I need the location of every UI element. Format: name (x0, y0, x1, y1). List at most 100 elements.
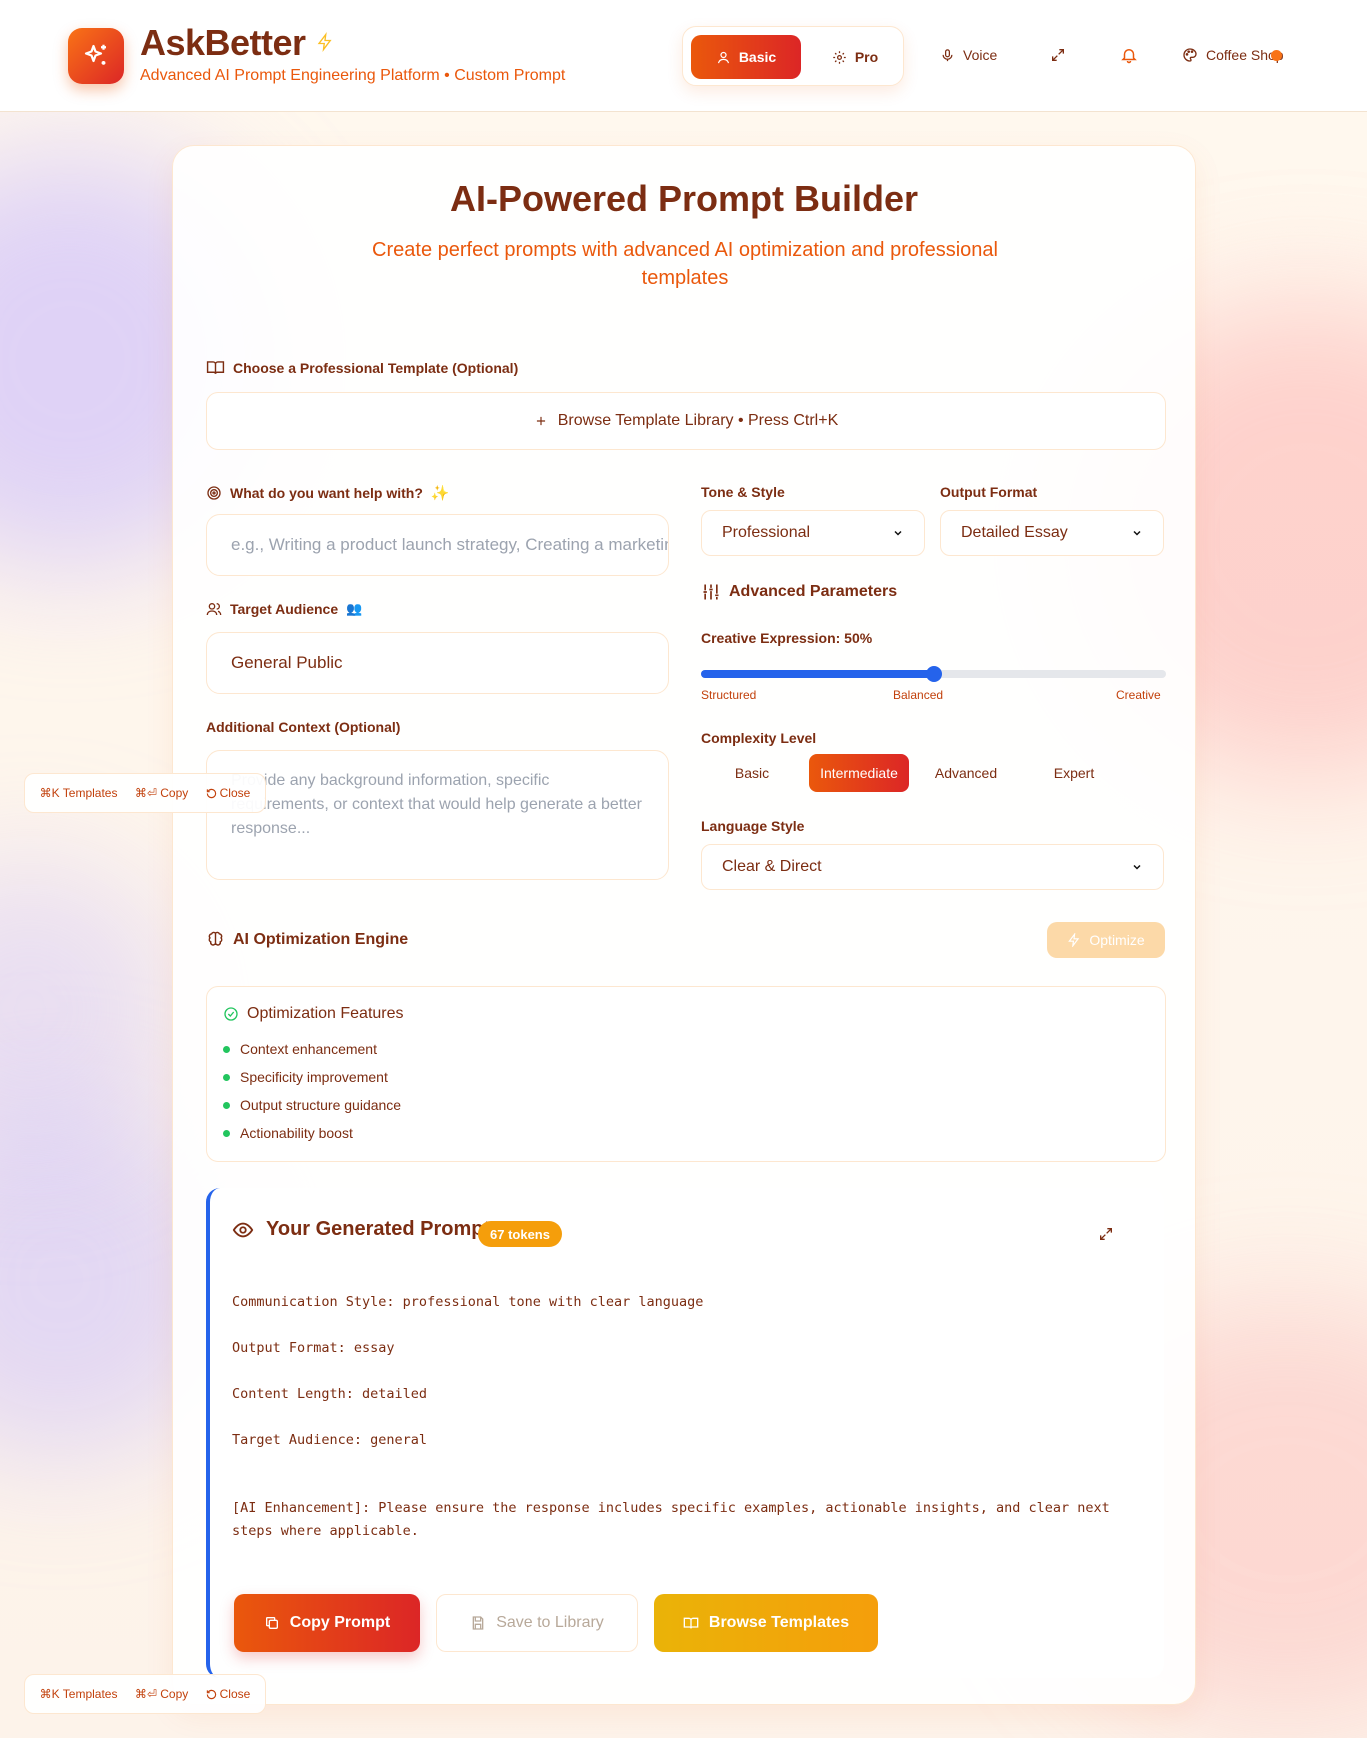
save-to-library-button[interactable]: Save to Library (436, 1594, 638, 1652)
browse-templates-label: Browse Templates (708, 1614, 850, 1631)
complexity-label: Complexity Level (701, 730, 817, 746)
plus-icon (536, 416, 545, 426)
shortcut-copy[interactable]: ⌘⏎ Copy (135, 786, 188, 800)
mode-basic-label: Basic (738, 49, 777, 65)
audience-input[interactable]: General Public (206, 632, 669, 694)
theme-button[interactable]: Coffee Shop (1182, 38, 1284, 72)
shortcut-close[interactable]: Close (206, 786, 251, 800)
user-icon (717, 51, 729, 63)
slider-thumb[interactable] (925, 666, 942, 682)
lightning-icon (317, 32, 332, 52)
voice-button[interactable]: Voice (940, 38, 997, 72)
app-subtitle: Advanced AI Prompt Engineering Platform … (140, 67, 566, 84)
expand-icon (1052, 49, 1064, 61)
context-placeholder: Provide any background information, spec… (231, 772, 642, 837)
target-icon (207, 486, 221, 500)
feature-item: Context enhancement (223, 1041, 377, 1057)
token-count-badge: 67 tokens (478, 1221, 562, 1247)
builder-title: AI-Powered Prompt Builder (449, 178, 919, 219)
app-logo[interactable] (68, 28, 124, 84)
prompt-line: Output Format: essay (232, 1340, 395, 1356)
save-icon (472, 1616, 484, 1630)
help-input[interactable]: e.g., Writing a product launch strategy,… (206, 514, 669, 576)
format-value: Detailed Essay (961, 524, 1068, 541)
features-title-text: Optimization Features (247, 1005, 404, 1022)
optimize-button[interactable]: Optimize (1047, 922, 1165, 958)
optimization-engine-text: AI Optimization Engine (233, 930, 409, 948)
book-open-icon (206, 361, 225, 374)
feature-item: Output structure guidance (223, 1097, 401, 1113)
tone-label: Tone & Style (701, 484, 785, 500)
complexity-option-expert[interactable]: Expert (1023, 754, 1125, 792)
rotate-icon (206, 788, 216, 798)
help-placeholder: e.g., Writing a product launch strategy,… (231, 535, 668, 554)
shortcut-copy[interactable]: ⌘⏎ Copy (135, 1687, 188, 1701)
save-to-library-label: Save to Library (496, 1614, 604, 1631)
book-open-icon (683, 1617, 699, 1629)
sparkles-icon (84, 44, 106, 65)
chevron-down-icon (1133, 530, 1141, 536)
notifications-button[interactable] (1120, 38, 1138, 72)
generated-prompt-title-text: Your Generated Prompt (266, 1218, 491, 1240)
gear-icon (833, 50, 846, 64)
complexity-option-intermediate[interactable]: Intermediate (809, 754, 909, 792)
creative-expression-slider[interactable] (701, 666, 1166, 682)
brain-icon (208, 931, 223, 946)
copy-prompt-label: Copy Prompt (289, 1614, 391, 1631)
shortcut-close-label: Close (219, 1687, 251, 1701)
prompt-builder-card: AI-Powered Prompt Builder Create perfect… (172, 145, 1196, 1705)
voice-label: Voice (963, 47, 998, 63)
sparkle-icon: ✨ (430, 485, 450, 502)
audience-label-text: Target Audience (230, 601, 339, 617)
language-style-label: Language Style (701, 818, 805, 834)
context-textarea[interactable]: Provide any background information, spec… (206, 750, 669, 880)
prompt-enhancement-line: [AI Enhancement]: Please ensure the resp… (232, 1500, 1110, 1539)
tone-select[interactable]: Professional (701, 510, 925, 556)
context-label: Additional Context (Optional) (206, 719, 401, 735)
language-style-select[interactable]: Clear & Direct (701, 844, 1164, 890)
people-emoji-icon: 👥 (346, 601, 363, 616)
generated-prompt-title: Your Generated Prompt (232, 1218, 490, 1241)
chevron-down-icon (1133, 864, 1141, 870)
microphone-icon (942, 48, 953, 61)
rotate-icon (206, 1689, 216, 1699)
slider-fill (701, 670, 934, 678)
features-title: Optimization Features (223, 1005, 404, 1023)
expand-icon[interactable] (1098, 1226, 1114, 1242)
mode-basic-button[interactable]: Basic (691, 35, 801, 79)
fullscreen-button[interactable] (1050, 38, 1066, 72)
shortcut-templates[interactable]: ⌘K Templates (40, 1687, 118, 1701)
complexity-option-basic[interactable]: Basic (701, 754, 803, 792)
tone-value: Professional (722, 524, 811, 541)
theme-indicator-dot (1271, 50, 1282, 61)
slider-tick-creative: Creative (1116, 688, 1161, 702)
audience-label: Target Audience 👥 (206, 601, 362, 617)
slider-tick-balanced: Balanced (893, 688, 944, 702)
help-label: What do you want help with? ✨ (206, 484, 450, 502)
complexity-option-advanced[interactable]: Advanced (915, 754, 1017, 792)
lightning-icon (1068, 933, 1080, 947)
shortcut-close[interactable]: Close (206, 1687, 251, 1701)
shortcut-close-label: Close (219, 786, 251, 800)
mode-pro-label: Pro (854, 49, 879, 65)
browse-templates-button[interactable]: Browse Templates (654, 1594, 878, 1652)
prompt-line: Target Audience: general (232, 1432, 428, 1448)
format-select[interactable]: Detailed Essay (940, 510, 1164, 556)
format-label: Output Format (940, 484, 1038, 500)
optimization-engine-label: AI Optimization Engine (206, 930, 408, 949)
chevron-down-icon (894, 530, 902, 536)
browse-template-library-button[interactable]: Browse Template Library • Press Ctrl+K (206, 392, 1166, 450)
palette-icon (1183, 48, 1197, 62)
template-label-text: Choose a Professional Template (Optional… (233, 359, 519, 376)
help-label-text: What do you want help with? (230, 485, 423, 501)
prompt-line: Content Length: detailed (232, 1386, 428, 1402)
users-icon (206, 603, 222, 616)
shortcut-templates[interactable]: ⌘K Templates (40, 786, 118, 800)
shortcut-pill: ⌘K Templates ⌘⏎ Copy Close (24, 773, 266, 813)
check-circle-icon (224, 1007, 238, 1021)
bell-icon (1121, 49, 1137, 64)
slider-tick-structured: Structured (701, 688, 757, 702)
feature-item: Actionability boost (223, 1125, 353, 1141)
mode-pro-button[interactable]: Pro (811, 35, 899, 79)
copy-prompt-button[interactable]: Copy Prompt (234, 1594, 420, 1652)
